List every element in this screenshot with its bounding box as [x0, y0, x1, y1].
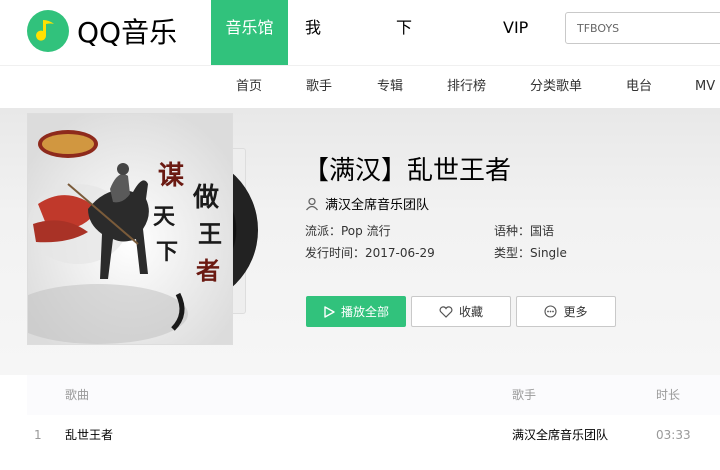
- svg-text:谋: 谋: [158, 161, 185, 191]
- subnav-singers[interactable]: 歌手: [306, 66, 332, 108]
- play-all-button[interactable]: 播放全部: [306, 296, 406, 327]
- svg-text:天: 天: [153, 204, 176, 230]
- album-artist-name[interactable]: 满汉全席音乐团队: [325, 194, 429, 213]
- svg-text:下: 下: [156, 239, 178, 265]
- play-all-label: 播放全部: [340, 305, 389, 319]
- more-button[interactable]: 更多: [516, 296, 616, 327]
- svg-text:者: 者: [196, 256, 220, 285]
- top-nav: 音乐馆 我的音乐 下载客户端 VIP: [211, 0, 528, 261]
- album-release-date: 发行时间：2017-06-29: [305, 246, 435, 260]
- logo-text: QQ音乐: [77, 16, 178, 49]
- svg-text:王: 王: [198, 219, 222, 248]
- favorite-button[interactable]: 收藏: [411, 296, 511, 327]
- svg-text:做: 做: [192, 183, 219, 213]
- album-type: 类型：Single: [494, 246, 567, 260]
- more-label: 更多: [563, 305, 588, 319]
- music-note-icon: [27, 10, 69, 52]
- subnav-mv[interactable]: MV: [695, 66, 715, 108]
- subnav-playlists[interactable]: 分类歌单: [530, 66, 582, 108]
- nav-my-music[interactable]: 我的音乐: [305, 0, 321, 205]
- more-dots-icon: [544, 305, 558, 318]
- user-icon: [305, 197, 319, 210]
- song-table-header: 歌曲 歌手 时长: [27, 375, 720, 415]
- heart-icon: [439, 305, 453, 318]
- nav-vip[interactable]: VIP: [503, 0, 528, 65]
- qq-music-logo[interactable]: QQ音乐: [27, 10, 177, 52]
- album-language: 语种：国语: [494, 224, 555, 238]
- column-artist: 歌手: [512, 388, 537, 402]
- album-title: 【满汉】乱世王者: [303, 156, 512, 186]
- album-cover[interactable]: 谋 天 下 做 王 者: [27, 113, 233, 345]
- site-header: QQ音乐 音乐馆 我的音乐 下载客户端 VIP: [0, 0, 720, 261]
- search-input[interactable]: [577, 13, 720, 43]
- nav-download-client[interactable]: 下载客户端: [396, 0, 412, 261]
- album-artist[interactable]: 满汉全席音乐团队: [305, 194, 429, 213]
- subnav-radio[interactable]: 电台: [626, 66, 652, 108]
- album-genre: 流派：Pop 流行: [305, 224, 391, 238]
- subnav-charts[interactable]: 排行榜: [447, 66, 486, 108]
- play-icon: [324, 305, 335, 318]
- song-duration: 03:33: [656, 428, 691, 442]
- nav-music-hall[interactable]: 音乐馆: [211, 0, 288, 65]
- sub-nav: 首页 歌手 专辑 排行榜 分类歌单 电台 MV: [0, 65, 720, 108]
- subnav-home[interactable]: 首页: [236, 66, 262, 108]
- song-artist[interactable]: 满汉全席音乐团队: [512, 415, 608, 455]
- song-name[interactable]: 乱世王者: [65, 415, 113, 455]
- album-cover-art: 谋 天 下 做 王 者: [28, 114, 232, 344]
- column-song: 歌曲: [65, 388, 90, 402]
- favorite-label: 收藏: [458, 305, 483, 319]
- subnav-albums[interactable]: 专辑: [377, 66, 403, 108]
- table-row[interactable]: 1 乱世王者 满汉全席音乐团队 03:33: [27, 415, 720, 455]
- column-duration: 时长: [656, 388, 681, 402]
- search-box: [565, 12, 720, 44]
- song-index: 1: [34, 428, 42, 442]
